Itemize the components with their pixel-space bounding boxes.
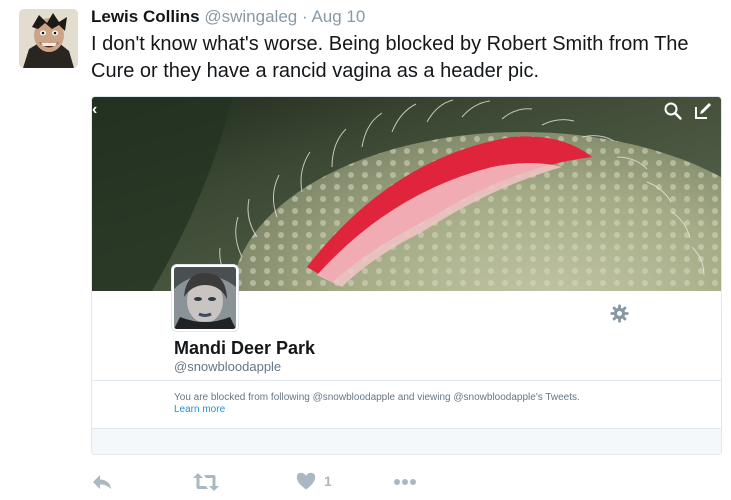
tweet: Lewis Collins @swingaleg · Aug 10 I don'… xyxy=(0,0,731,500)
separator-dot: · xyxy=(301,7,308,26)
heart-icon xyxy=(296,472,316,490)
reply-button[interactable] xyxy=(91,472,113,492)
card-footer xyxy=(92,429,721,454)
more-icon xyxy=(394,479,416,485)
author-handle[interactable]: @swingaleg xyxy=(204,7,297,26)
tweet-text: I don't know what's worse. Being blocked… xyxy=(91,33,689,82)
profile-handle[interactable]: @snowbloodapple xyxy=(174,358,281,375)
banner-toolbar xyxy=(663,101,713,121)
reply-icon xyxy=(93,475,111,489)
gear-icon[interactable] xyxy=(610,304,629,323)
tweet-header: Lewis Collins @swingaleg · Aug 10 xyxy=(91,6,365,28)
retweet-button[interactable] xyxy=(193,472,219,492)
profile-header-image: ‹ xyxy=(92,97,721,291)
back-chevron-icon[interactable]: ‹ xyxy=(92,102,97,118)
like-count: 1 xyxy=(324,473,332,489)
profile-photo[interactable] xyxy=(172,265,238,331)
learn-more-link[interactable]: Learn more xyxy=(174,404,225,416)
embedded-profile-card[interactable]: ‹ Mandi Deer Park @snowbloodapple You ar… xyxy=(91,96,722,455)
more-button[interactable] xyxy=(393,472,417,492)
author-name[interactable]: Lewis Collins xyxy=(91,7,200,26)
like-button[interactable]: 1 xyxy=(296,472,332,490)
author-avatar-image xyxy=(19,9,78,68)
retweet-icon xyxy=(193,473,219,491)
search-icon[interactable] xyxy=(663,101,683,121)
author-avatar[interactable] xyxy=(19,9,78,68)
blocked-message: You are blocked from following @snowbloo… xyxy=(174,392,580,403)
tweet-date[interactable]: Aug 10 xyxy=(311,7,365,26)
compose-icon[interactable] xyxy=(693,101,713,121)
profile-name[interactable]: Mandi Deer Park xyxy=(174,337,315,359)
card-divider xyxy=(92,380,721,381)
